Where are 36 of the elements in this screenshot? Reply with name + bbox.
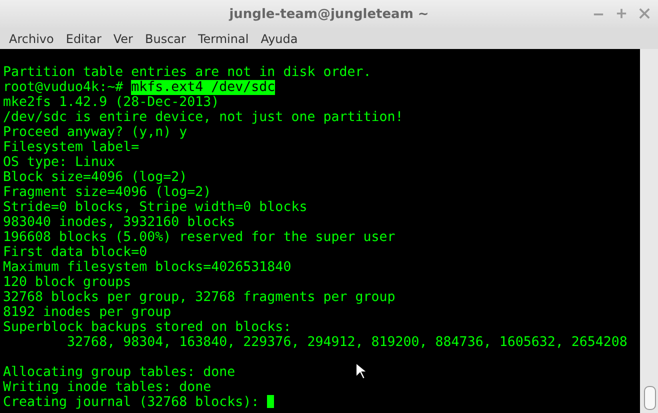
terminal-line: Partition table entries are not in disk order.	[3, 65, 372, 80]
terminal-line: Writing inode tables: done	[3, 380, 212, 395]
maximize-icon[interactable]	[616, 8, 627, 19]
mouse-pointer-icon	[355, 362, 367, 380]
menu-item[interactable]: Ayuda	[254, 32, 304, 46]
menu-item[interactable]: Buscar	[138, 32, 192, 46]
close-icon[interactable]	[639, 8, 650, 19]
scrollbar-thumb[interactable]	[644, 386, 656, 410]
terminal-line: 32768, 98304, 163840, 229376, 294912, 819200, 884736, 1605632, 2654208	[66, 335, 628, 350]
terminal-line: Superblock backups stored on blocks:	[3, 320, 292, 335]
scrollbar[interactable]	[640, 49, 658, 413]
terminal-line: Filesystem label=	[3, 140, 140, 155]
terminal-line: mke2fs 1.42.9 (28-Dec-2013)	[3, 95, 220, 110]
terminal-line: 196608 blocks (5.00%) reserved for the super user	[3, 230, 396, 245]
terminal-line: 32768 blocks per group, 32768 fragments per group	[3, 290, 396, 305]
terminal-line: Stride=0 blocks, Stripe width=0 blocks	[3, 200, 308, 215]
menu-item[interactable]: Editar	[60, 32, 108, 46]
terminal-line: Creating journal (32768 blocks):	[3, 395, 260, 410]
terminal-line: Proceed anyway? (y,n) y	[3, 125, 188, 140]
text-cursor	[267, 395, 274, 408]
highlighted-command: mkfs.ext4 /dev/sdc	[131, 80, 276, 95]
terminal-line: 983040 inodes, 3932160 blocks	[3, 215, 236, 230]
terminal-line: Fragment size=4096 (log=2)	[3, 185, 212, 200]
menu-item[interactable]: Ver	[107, 32, 139, 46]
shell-prompt: root@vuduo4k:~#	[3, 80, 124, 95]
terminal-line: First data block=0	[3, 245, 148, 260]
menu-item[interactable]: Archivo	[3, 32, 60, 46]
terminal-line: 120 block groups	[3, 275, 132, 290]
terminal-line: 8192 inodes per group	[3, 305, 172, 320]
terminal-line: OS type: Linux	[3, 155, 116, 170]
terminal-line: /dev/sdc is entire device, not just one partition!	[3, 110, 404, 125]
terminal-line: Allocating group tables: done	[3, 365, 236, 380]
window-title: jungle-team@jungleteam ~	[229, 6, 429, 22]
terminal-line: Maximum filesystem blocks=4026531840	[3, 260, 292, 275]
menu-item[interactable]: Terminal	[192, 32, 255, 46]
terminal-line: Block size=4096 (log=2)	[3, 170, 188, 185]
